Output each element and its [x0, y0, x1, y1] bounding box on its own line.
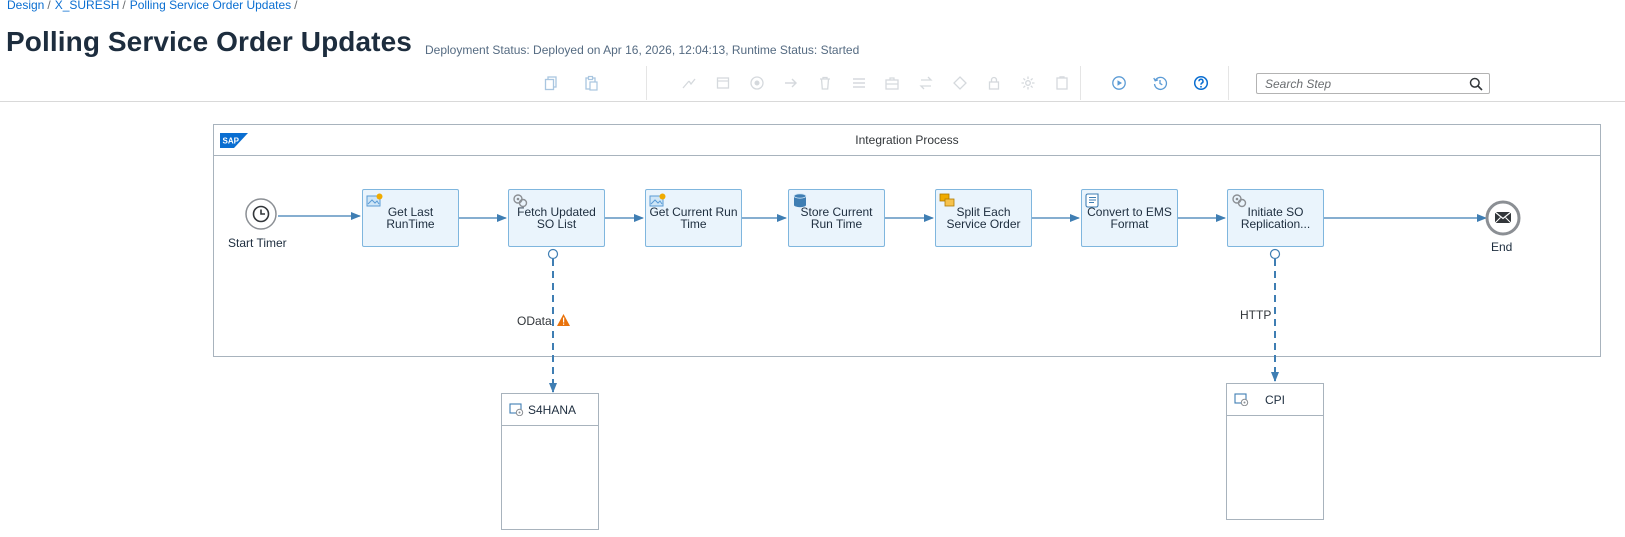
step-label: Get Current Run Time — [649, 205, 738, 231]
end-event-label: End — [1491, 240, 1513, 254]
swap-icon[interactable] — [917, 74, 935, 92]
delete-icon[interactable] — [816, 74, 834, 92]
toolbar-divider — [0, 101, 1625, 102]
briefcase-icon[interactable] — [883, 74, 901, 92]
start-timer-event[interactable] — [245, 198, 277, 230]
toolbar-separator — [1228, 66, 1229, 100]
step-convert-to-ems-format[interactable]: Convert to EMS Format — [1081, 189, 1178, 247]
connection-label-odata[interactable]: OData — [517, 314, 552, 328]
step-split-each-service-order[interactable]: Split Each Service Order — [935, 189, 1032, 247]
step-label: Convert to EMS Format — [1087, 205, 1172, 231]
end-event[interactable] — [1485, 200, 1521, 236]
message-flow-origin — [547, 248, 559, 260]
receiver-system-icon — [509, 403, 524, 416]
step-label: Get Last RunTime — [386, 205, 435, 231]
toolbar-separator — [1080, 66, 1081, 100]
search-step-input[interactable] — [1265, 76, 1465, 91]
search-icon[interactable] — [1469, 77, 1483, 91]
step-label: Fetch Updated SO List — [517, 205, 596, 231]
step-fetch-updated-so-list[interactable]: Fetch Updated SO List — [508, 189, 605, 247]
step-initiate-so-replication[interactable]: Initiate SO Replication... — [1227, 189, 1324, 247]
participant-header: CPI — [1227, 384, 1323, 416]
history-icon[interactable] — [1151, 74, 1169, 92]
list-icon[interactable] — [850, 74, 868, 92]
deployment-status: Deployment Status: Deployed on Apr 16, 2… — [425, 43, 860, 57]
message-flow-origin — [1269, 248, 1281, 260]
breadcrumb-link-design[interactable]: Design — [7, 0, 44, 12]
step-label: Store Current Run Time — [800, 205, 873, 231]
play-circle-icon[interactable] — [1110, 74, 1128, 92]
breadcrumb-link-iflow[interactable]: Polling Service Order Updates — [130, 0, 291, 12]
pool-header: SAP Integration Process — [214, 125, 1600, 156]
lock-icon[interactable] — [985, 74, 1003, 92]
page-title: Polling Service Order Updates — [6, 26, 412, 57]
participant-name: CPI — [1265, 393, 1286, 407]
start-timer-label: Start Timer — [228, 236, 287, 250]
settings-icon[interactable] — [1019, 74, 1037, 92]
receiver-system-icon — [1234, 393, 1249, 406]
connect-icon[interactable] — [680, 74, 698, 92]
step-get-current-run-time[interactable]: Get Current Run Time — [645, 189, 742, 247]
step-label: Split Each Service Order — [946, 205, 1021, 231]
help-icon[interactable] — [1192, 74, 1210, 92]
toolbar-separator — [646, 66, 647, 100]
breadcrumb-separator: / — [47, 0, 51, 12]
breadcrumb-separator: / — [122, 0, 126, 12]
container-icon[interactable] — [714, 74, 732, 92]
copy-icon[interactable] — [542, 74, 560, 92]
breadcrumb: Design / X_SURESH / Polling Service Order Up… — [7, 0, 302, 12]
pool-title: Integration Process — [855, 133, 959, 147]
target-icon[interactable] — [748, 74, 766, 92]
participant-header: S4HANA — [502, 394, 598, 426]
step-label: Initiate SO Replication... — [1240, 205, 1311, 231]
arrow-right-icon[interactable] — [782, 74, 800, 92]
clipboard-icon[interactable] — [1053, 74, 1071, 92]
search-step-field[interactable] — [1256, 73, 1490, 94]
breadcrumb-link-package[interactable]: X_SURESH — [55, 0, 120, 12]
step-get-last-runtime[interactable]: Get Last RunTime — [362, 189, 459, 247]
step-store-current-run-time[interactable]: Store Current Run Time — [788, 189, 885, 247]
participant-s4hana[interactable]: S4HANA — [501, 393, 599, 530]
diamond-icon[interactable] — [951, 74, 969, 92]
envelope-icon — [1494, 211, 1512, 224]
paste-icon[interactable] — [582, 74, 600, 92]
participant-cpi[interactable]: CPI — [1226, 383, 1324, 520]
participant-name: S4HANA — [528, 403, 577, 417]
connection-label-http[interactable]: HTTP — [1240, 308, 1271, 322]
breadcrumb-separator: / — [294, 0, 298, 12]
